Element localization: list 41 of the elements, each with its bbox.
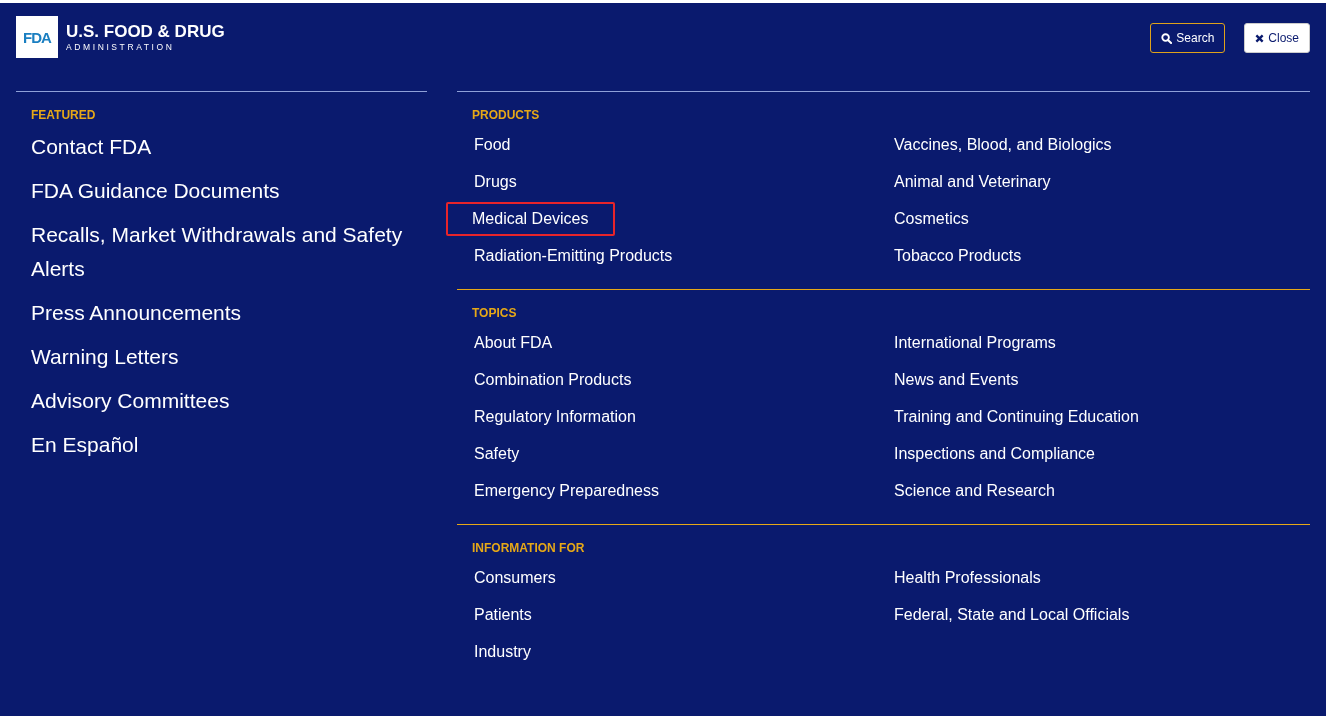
close-button[interactable]: Close (1244, 23, 1310, 53)
menu-link[interactable]: Health Professionals (892, 561, 1068, 595)
menu-link[interactable]: Inspections and Compliance (892, 437, 1122, 471)
agency-subtitle: ADMINISTRATION (66, 40, 176, 53)
featured-link[interactable]: Contact FDA (31, 130, 427, 164)
featured-link[interactable]: Recalls, Market Withdrawals and Safety Alerts (31, 218, 427, 286)
search-button[interactable]: Search (1150, 23, 1226, 53)
menu-link[interactable]: Training and Continuing Education (892, 400, 1166, 434)
section-heading: PRODUCTS (472, 108, 541, 122)
menu-link[interactable]: News and Events (892, 363, 1046, 397)
menu-link[interactable]: Combination Products (472, 363, 659, 397)
featured-link[interactable]: Warning Letters (31, 340, 427, 374)
section-heading: FEATURED (31, 108, 97, 122)
menu-link[interactable]: Food (472, 128, 538, 162)
menu-link[interactable]: Patients (472, 598, 559, 632)
section-heading: INFORMATION FOR (472, 541, 586, 555)
menu-link[interactable]: Emergency Preparedness (472, 474, 686, 508)
section-heading: TOPICS (472, 306, 518, 320)
menu-link[interactable]: Radiation-Emitting Products (472, 239, 700, 273)
menu-link[interactable]: Regulatory Information (472, 400, 663, 434)
featured-link[interactable]: Press Announcements (31, 296, 427, 330)
menu-link[interactable]: Federal, State and Local Officials (892, 598, 1157, 632)
menu-link[interactable]: Cosmetics (892, 202, 996, 236)
agency-name: U.S. FOOD & DRUG (66, 21, 225, 41)
close-icon (1255, 33, 1265, 43)
menu-link[interactable]: Industry (472, 635, 558, 669)
menu-link[interactable]: Drugs (472, 165, 544, 199)
search-icon (1161, 32, 1173, 44)
menu-link[interactable]: International Programs (892, 326, 1083, 360)
menu-link[interactable]: Vaccines, Blood, and Biologics (892, 128, 1139, 162)
menu-link[interactable]: Consumers (472, 561, 583, 595)
logo-mark[interactable]: FDA (16, 16, 58, 58)
menu-link[interactable]: Science and Research (892, 474, 1082, 508)
menu-link[interactable]: Animal and Veterinary (892, 165, 1078, 199)
menu-link[interactable]: Tobacco Products (892, 239, 1049, 273)
menu-link[interactable]: Medical Devices (446, 202, 616, 236)
menu-link[interactable]: Safety (472, 437, 547, 471)
featured-link[interactable]: Advisory Committees (31, 384, 427, 418)
featured-link[interactable]: FDA Guidance Documents (31, 174, 427, 208)
featured-link[interactable]: En Español (31, 428, 427, 462)
menu-link[interactable]: About FDA (472, 326, 580, 360)
